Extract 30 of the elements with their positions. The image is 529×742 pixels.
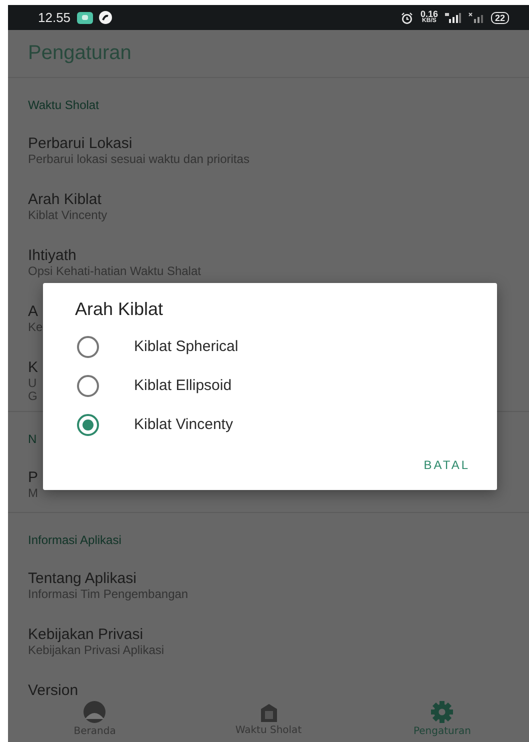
settings-icon [431,701,454,723]
item-title[interactable]: Ihtiyath [28,247,76,265]
item-title[interactable]: Kebijakan Privasi [28,626,144,644]
item-title[interactable]: A [28,303,38,321]
item-title[interactable]: P [28,469,38,487]
cancel-button[interactable]: BATAL [420,450,473,480]
app-icon [98,11,112,24]
item-title[interactable]: Perbarui Lokasi [28,135,132,153]
dialog-title: Arah Kiblat [75,299,164,319]
alarm-icon [401,12,414,24]
item-title[interactable]: Arah Kiblat [28,191,102,209]
page-title: Pengaturan [28,42,132,65]
section-header: Waktu Sholat [28,98,99,112]
nav-tab[interactable]: Pengaturan [355,696,529,742]
item-title[interactable]: Version [28,682,78,696]
section-header: N [28,432,37,446]
chat-app-icon [76,12,93,24]
mosque-icon [81,701,108,723]
signal-icon [444,12,461,23]
house-icon [260,702,278,722]
signal-icon [468,12,484,23]
section-header: Informasi Aplikasi [28,533,122,547]
radio-option[interactable]: Kiblat Ellipsoid [75,366,473,405]
item-title[interactable]: K [28,359,38,377]
item-title[interactable]: Tentang Aplikasi [28,570,136,588]
radio-option[interactable]: Kiblat Vincenty [75,405,473,444]
network-speed: 0.16 [420,10,438,18]
clock: 12.55 [38,10,71,25]
radio-option[interactable]: Kiblat Spherical [75,327,473,366]
battery-level: 22 [490,12,509,24]
